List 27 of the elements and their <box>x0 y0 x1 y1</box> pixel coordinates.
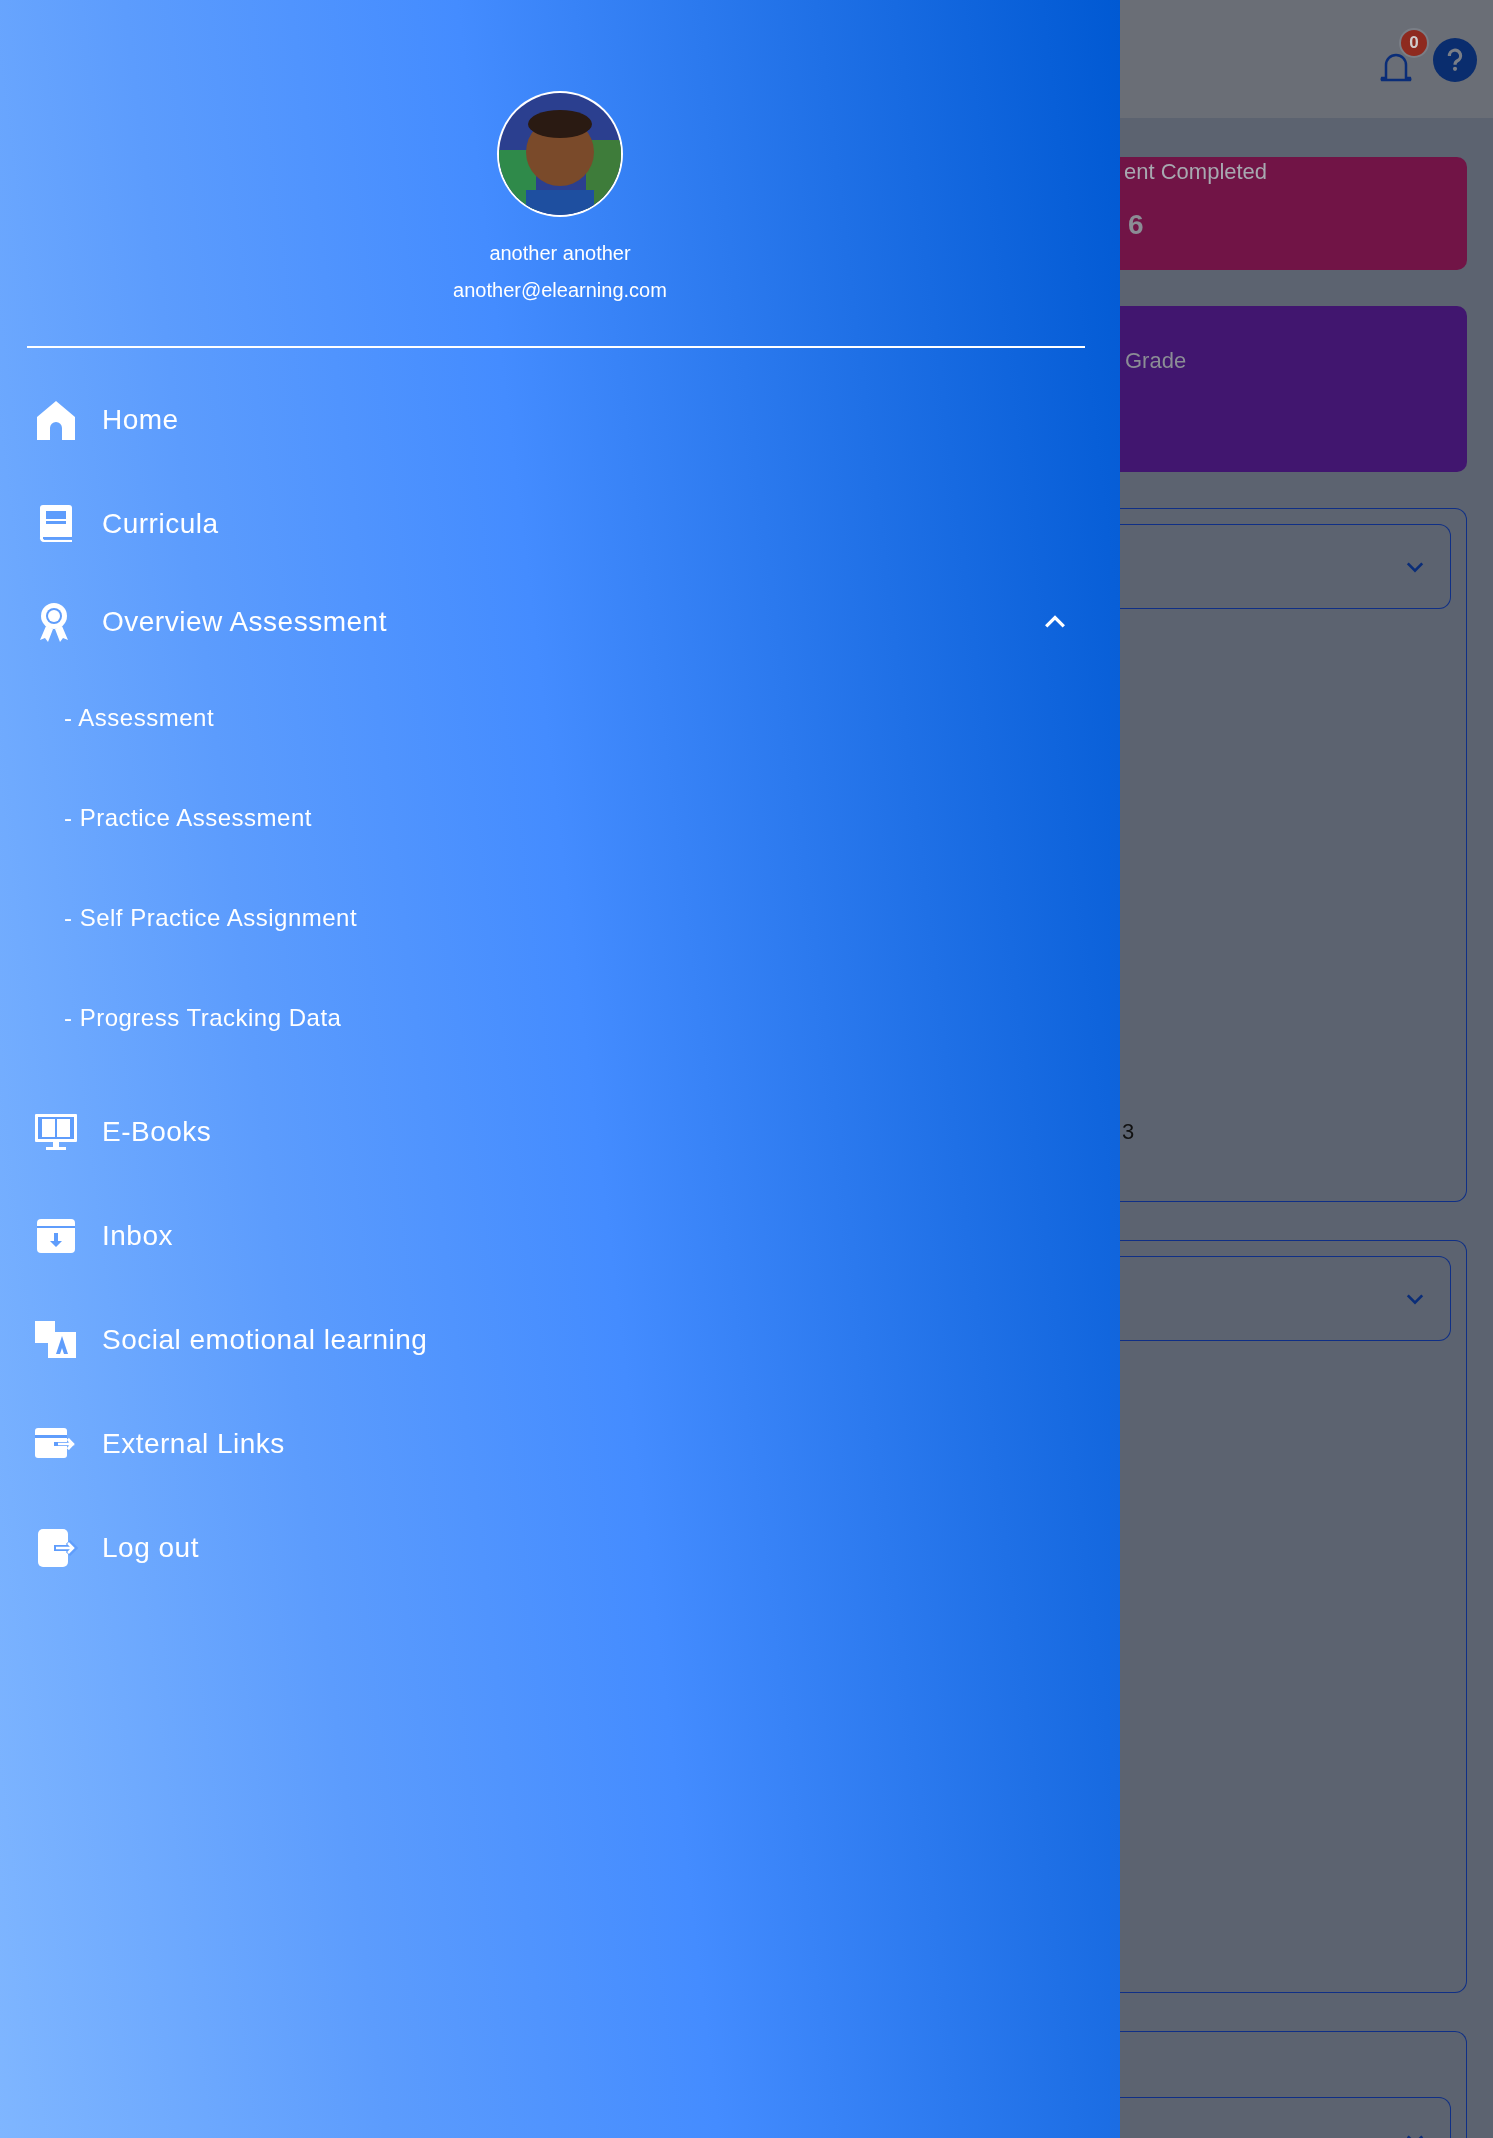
notification-badge: 0 <box>1399 28 1429 58</box>
dropdown-field[interactable] <box>1120 1256 1451 1341</box>
stat-value: 6 <box>1127 209 1145 241</box>
chevron-icon <box>1406 560 1424 573</box>
user-email: another@elearning.com <box>453 278 667 303</box>
menu-item[interactable]: Curricula <box>0 472 1120 576</box>
help-button[interactable] <box>1433 38 1477 82</box>
chevron-icon <box>1406 1292 1424 1305</box>
menu-item[interactable]: Log out <box>0 1496 1120 1600</box>
stat-label: Grade <box>1125 348 1188 374</box>
chevron-icon <box>1044 615 1066 629</box>
menu-item[interactable]: Overview Assessment <box>0 576 1120 668</box>
submenu-item[interactable]: - Practice Assessment <box>0 768 312 868</box>
menu-item[interactable]: External Links <box>0 1392 1120 1496</box>
home-icon <box>34 398 78 442</box>
axis-value: 3 <box>1122 1119 1135 1145</box>
menu-item[interactable]: E-Books <box>0 1080 1120 1184</box>
menu-item[interactable]: Inbox <box>0 1184 1120 1288</box>
question-icon <box>1447 48 1463 72</box>
submenu-item[interactable]: - Assessment <box>0 668 215 768</box>
submenu-item[interactable]: - Progress Tracking Data <box>0 968 342 1068</box>
user-name: another another <box>489 241 631 266</box>
submenu-item[interactable]: - Self Practice Assignment <box>0 868 358 968</box>
stat-label: ent Completed <box>1124 159 1269 185</box>
menu-item[interactable]: Home <box>0 368 1120 472</box>
dropdown-field[interactable] <box>1120 524 1451 609</box>
menu-item[interactable]: Social emotional learning <box>0 1288 1120 1392</box>
